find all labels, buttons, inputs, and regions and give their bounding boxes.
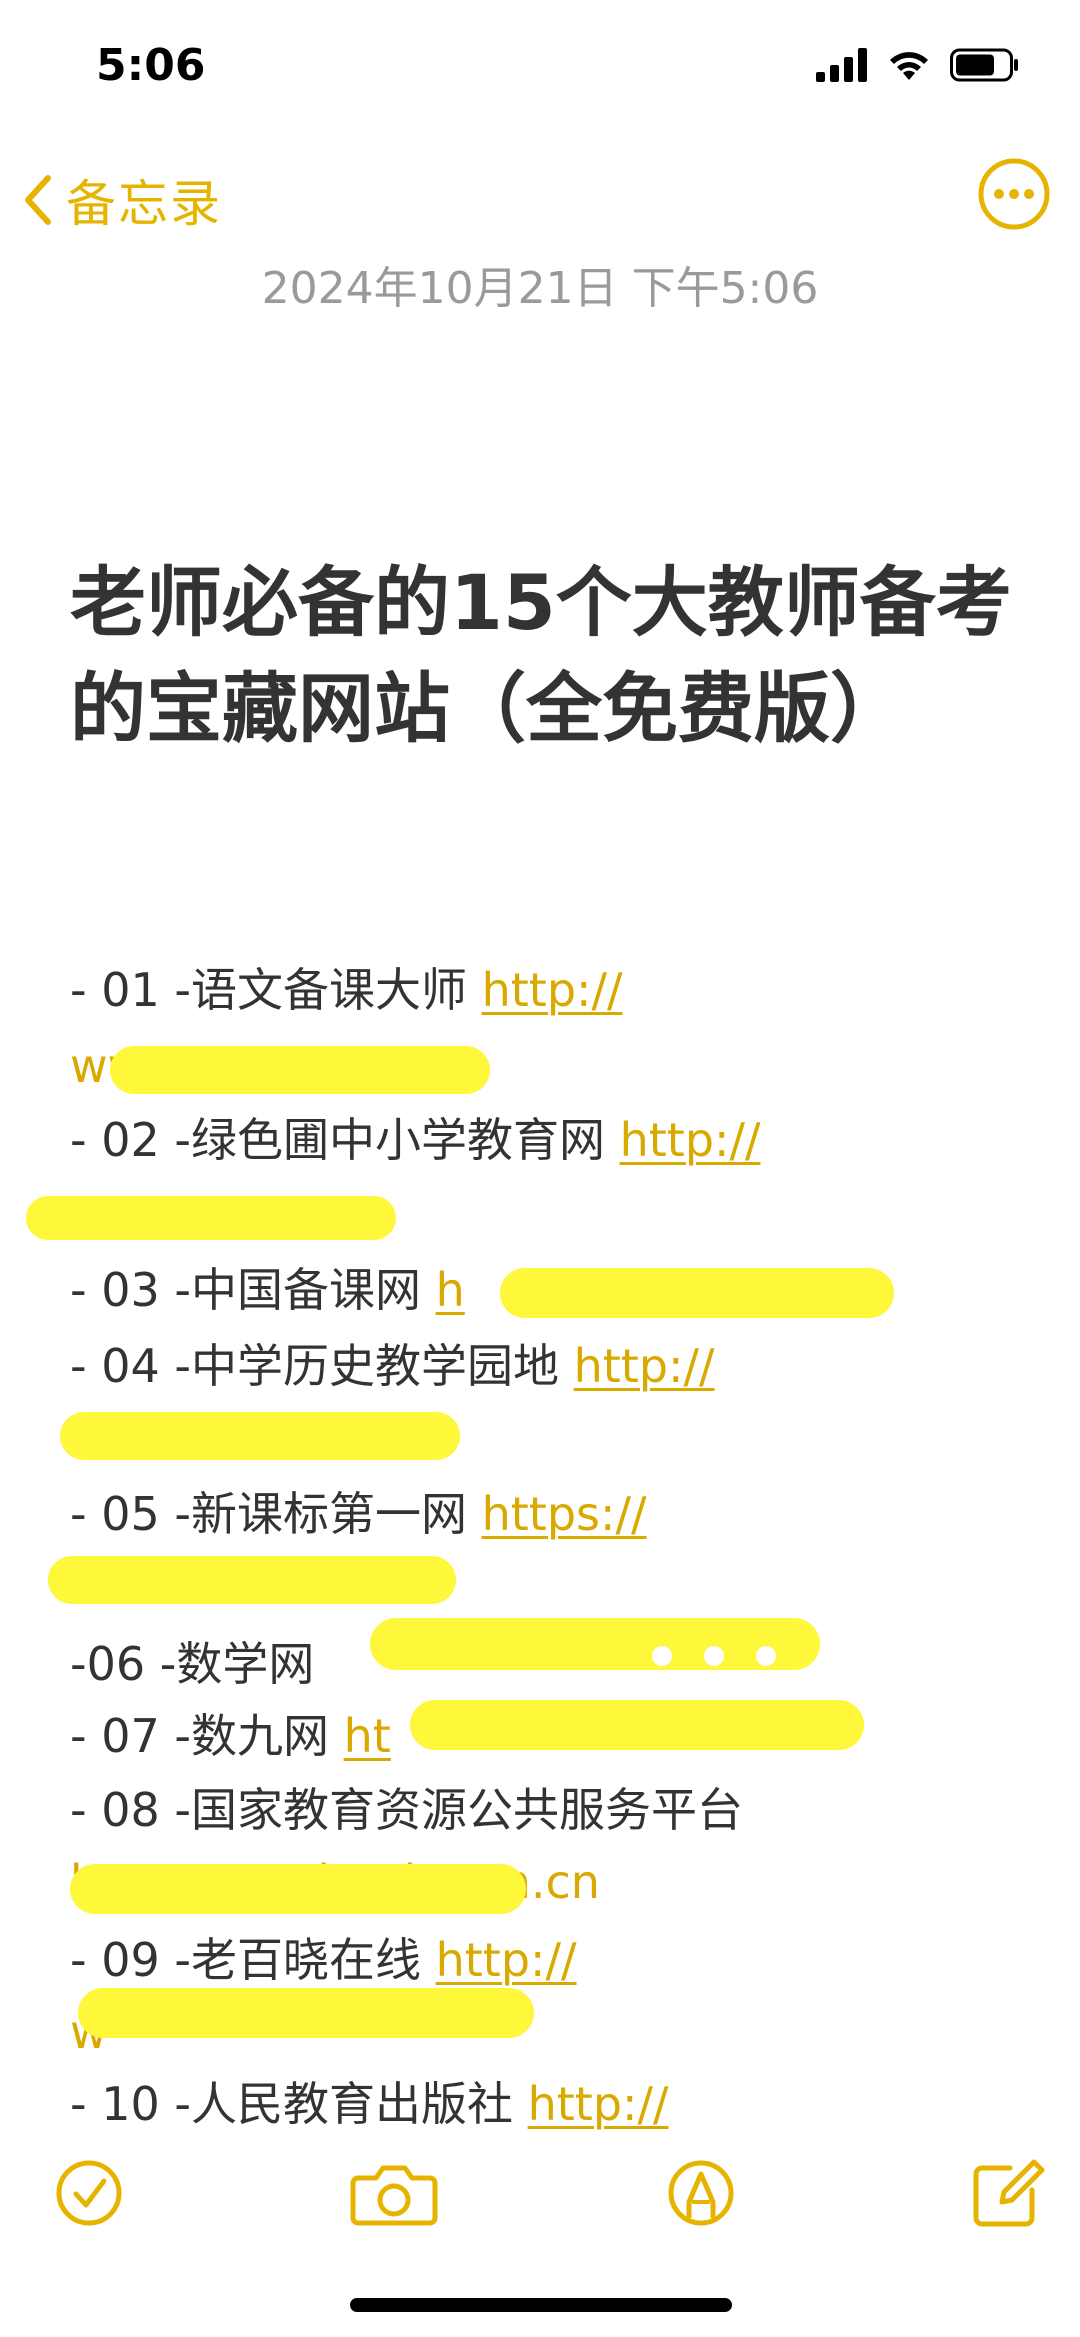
redaction-mark — [410, 1700, 864, 1750]
entry-link[interactable]: http:// — [528, 2077, 669, 2131]
status-bar: 5:06 — [0, 0, 1080, 140]
redaction-mark — [26, 1196, 396, 1240]
list-item[interactable]: - 09 -老百晓在线 http:// — [70, 1930, 577, 1990]
list-item[interactable]: -06 -数学网 — [70, 1634, 314, 1694]
battery-icon — [950, 48, 1018, 82]
redaction-mark — [500, 1268, 894, 1318]
entry-link[interactable]: ht — [344, 1709, 391, 1763]
entry-link[interactable]: http:// — [574, 1339, 715, 1393]
compose-button[interactable] — [962, 2148, 1052, 2238]
more-button[interactable] — [976, 156, 1052, 232]
note-date: 2024年10月21日 下午5:06 — [261, 263, 819, 314]
entry-title: - 07 -数九网 — [70, 1709, 344, 1763]
list-item[interactable]: - 08 -国家教育资源公共服务平台 — [70, 1780, 743, 1840]
entry-link[interactable]: https:// — [482, 1487, 647, 1541]
entry-link[interactable]: http:// — [620, 1113, 761, 1167]
camera-button[interactable] — [346, 2148, 442, 2238]
markup-pen-icon — [668, 2160, 734, 2226]
list-item[interactable]: - 01 -语文备课大师 http:// — [70, 960, 623, 1020]
list-item[interactable]: - 05 -新课标第一网 https:// — [70, 1484, 647, 1544]
redaction-mark — [48, 1556, 456, 1604]
nav-bar: 备忘录 — [0, 150, 1080, 250]
chevron-left-icon — [25, 175, 51, 225]
list-item[interactable]: - 04 -中学历史教学园地 http:// — [70, 1336, 715, 1396]
camera-icon — [350, 2165, 438, 2226]
entry-link[interactable]: http:// — [436, 1933, 577, 1987]
compose-icon — [973, 2159, 1045, 2227]
status-icons — [816, 48, 1020, 82]
list-item[interactable]: - 10 -人民教育出版社 http:// — [70, 2074, 669, 2134]
entry-title: - 01 -语文备课大师 — [70, 963, 482, 1017]
entry-title: -06 -数学网 — [70, 1637, 315, 1691]
note-title[interactable]: 老师必备的15个大教师备考的宝藏网站（全免费版） — [70, 550, 1030, 762]
entry-title: - 10 -人民教育出版社 — [70, 2077, 528, 2131]
back-button[interactable]: 备忘录 — [22, 160, 222, 240]
entry-link[interactable]: h — [436, 1263, 465, 1317]
checklist-icon — [56, 2160, 122, 2226]
redaction-mark — [70, 1864, 526, 1914]
wifi-icon — [890, 52, 928, 80]
redaction-mark — [60, 1412, 460, 1460]
home-indicator[interactable] — [350, 2298, 732, 2312]
markup-button[interactable] — [656, 2148, 746, 2238]
ellipsis-circle-icon — [978, 158, 1050, 230]
checklist-button[interactable] — [44, 2148, 134, 2238]
typing-dots-icon — [652, 1646, 776, 1666]
entry-title: - 02 -绿色圃中小学教育网 — [70, 1113, 620, 1167]
back-label: 备忘录 — [66, 175, 222, 233]
entry-title: - 04 -中学历史教学园地 — [70, 1339, 574, 1393]
list-item[interactable]: - 07 -数九网 ht — [70, 1706, 391, 1766]
redaction-mark — [78, 1988, 534, 2038]
bottom-toolbar — [0, 2140, 1080, 2260]
signal-icon — [816, 48, 867, 82]
list-item[interactable]: - 03 -中国备课网 h — [70, 1260, 465, 1320]
entry-title: - 08 -国家教育资源公共服务平台 — [70, 1783, 743, 1837]
status-time: 5:06 — [96, 40, 206, 91]
list-item[interactable]: - 02 -绿色圃中小学教育网 http:// — [70, 1110, 761, 1170]
entry-title: - 03 -中国备课网 — [70, 1263, 436, 1317]
entry-title: - 05 -新课标第一网 — [70, 1487, 482, 1541]
entry-title: - 09 -老百晓在线 — [70, 1933, 436, 1987]
redaction-mark — [110, 1046, 490, 1094]
entry-link[interactable]: http:// — [482, 963, 623, 1017]
